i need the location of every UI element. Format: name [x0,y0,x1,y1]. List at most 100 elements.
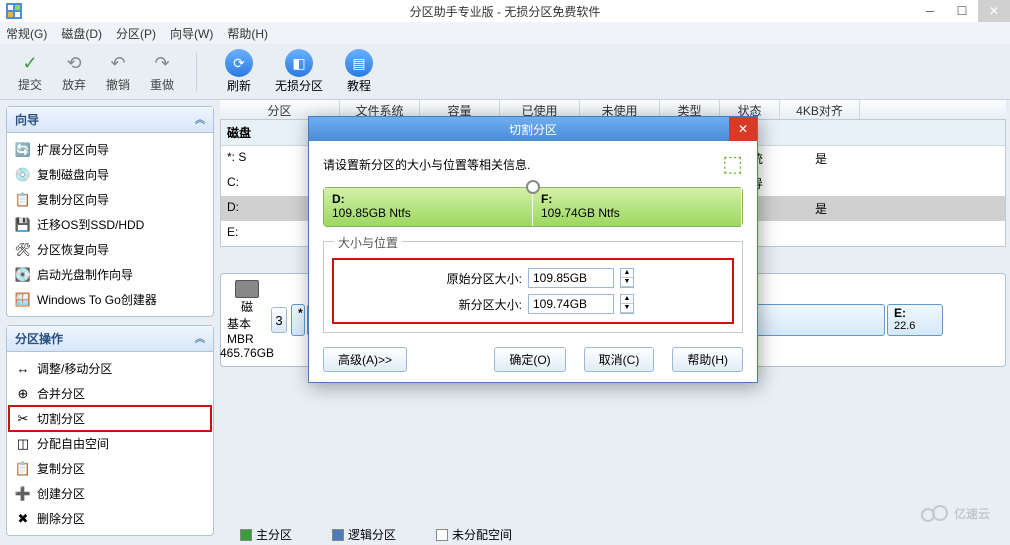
op-label: 复制分区 [37,460,85,477]
app-title: 分区助手专业版 - 无损分区免费软件 [410,3,601,20]
wizard-label: 扩展分区向导 [37,141,109,158]
op-icon: ↔ [15,361,31,377]
new-size-input[interactable] [528,294,614,314]
menu-disk[interactable]: 磁盘(D) [61,25,102,42]
wizard-title: 向导 [15,111,39,128]
wizard-label: 分区恢复向导 [37,241,109,258]
op-label: 调整/移动分区 [37,360,112,377]
wizard-panel: 向导 ︽ 🔄 扩展分区向导 💿 复制磁盘向导 📋 复制分区向导 💾 迁移OS到SSD/HDD 🛠 分… [6,106,214,317]
check-icon: ✓ [17,50,43,76]
wizard-item[interactable]: 💾 迁移OS到SSD/HDD [9,212,211,237]
op-item[interactable]: ⊕ 合并分区 [9,381,211,406]
wizard-label: 迁移OS到SSD/HDD [37,216,144,233]
legend: 主分区 逻辑分区 未分配空间 [240,526,512,543]
discard-icon: ⟲ [61,50,87,76]
commit-button[interactable]: ✓提交 [8,50,52,93]
op-label: 删除分区 [37,510,85,527]
wizard-label: 复制分区向导 [37,191,109,208]
wizard-item[interactable]: 💽 启动光盘制作向导 [9,262,211,287]
minimize-button[interactable]: ─ [914,0,946,22]
watermark: 亿速云 [920,503,990,523]
op-label: 创建分区 [37,485,85,502]
partition-bar[interactable]: D:109.85GB Ntfs F:109.74GB Ntfs [323,187,743,227]
dialog-close-button[interactable]: ✕ [729,117,757,141]
op-icon: ✂ [15,411,31,427]
menu-partition[interactable]: 分区(P) [116,25,156,42]
wizard-icon: 📋 [15,192,31,208]
wizard-icon: 🔄 [15,142,31,158]
split-slider[interactable] [526,180,540,194]
tutorial-button[interactable]: ▤教程 [329,49,389,94]
menu-wizard[interactable]: 向导(W) [170,25,213,42]
orig-size-spinner[interactable]: ▲▼ [620,268,634,288]
split-partition-dialog: 切割分区 ✕ 请设置新分区的大小与位置等相关信息. ⬚ D:109.85GB N… [308,116,758,383]
menu-general[interactable]: 常规(G) [6,25,47,42]
orig-size-label: 原始分区大小: [432,270,522,287]
wizard-item[interactable]: 🛠 分区恢复向导 [9,237,211,262]
legend-logical: 逻辑分区 [332,526,396,543]
legend-unalloc: 未分配空间 [436,526,512,543]
partition-icon: ⬚ [722,151,743,177]
close-button[interactable]: ✕ [978,0,1010,22]
wizard-item[interactable]: 🪟 Windows To Go创建器 [9,287,211,312]
new-size-spinner[interactable]: ▲▼ [620,294,634,314]
col-header[interactable]: 4KB对齐 [780,100,860,119]
redo-icon: ↷ [149,50,175,76]
ops-title: 分区操作 [15,330,63,347]
op-label: 分配自由空间 [37,435,109,452]
dialog-title: 切割分区 [509,121,557,138]
ok-button[interactable]: 确定(O) [494,347,565,372]
op-label: 合并分区 [37,385,85,402]
wizard-icon: 💿 [15,167,31,183]
book-icon: ▤ [345,49,373,77]
refresh-icon: ⟳ [225,49,253,77]
wizard-item[interactable]: 📋 复制分区向导 [9,187,211,212]
disk-part[interactable]: E:22.6 [887,304,943,336]
new-size-label: 新分区大小: [432,296,522,313]
help-button[interactable]: 帮助(H) [672,347,743,372]
app-icon [6,3,22,19]
dialog-title-bar: 切割分区 ✕ [309,117,757,141]
menu-bar: 常规(G) 磁盘(D) 分区(P) 向导(W) 帮助(H) [0,22,1010,44]
refresh-button[interactable]: ⟳刷新 [209,49,269,94]
ops-panel: 分区操作 ︽ ↔ 调整/移动分区 ⊕ 合并分区 ✂切割分区 ◫ 分配自由空间 📋复制分区➕创建分… [6,325,214,536]
wizard-icon: 💽 [15,267,31,283]
op-item[interactable]: ◫ 分配自由空间 [9,431,211,456]
partition-icon: ◧ [285,49,313,77]
toolbar: ✓提交 ⟲放弃 ↶撤销 ↷重做 ⟳刷新 ◧无损分区 ▤教程 [0,44,1010,100]
undo-button[interactable]: ↶撤销 [96,50,140,93]
op-item[interactable]: ✂切割分区 [9,406,211,431]
lossless-button[interactable]: ◧无损分区 [269,49,329,94]
advanced-button[interactable]: 高级(A)>> [323,347,407,372]
wizard-label: 复制磁盘向导 [37,166,109,183]
wizard-icon: 🛠 [15,242,31,258]
collapse-icon[interactable]: ︽ [195,330,205,347]
op-icon: ◫ [15,436,31,452]
collapse-icon[interactable]: ︽ [195,111,205,128]
op-item[interactable]: ➕创建分区 [9,481,211,506]
wizard-icon: 🪟 [15,292,31,308]
op-item[interactable]: 📋复制分区 [9,456,211,481]
wizard-icon: 💾 [15,217,31,233]
redo-button[interactable]: ↷重做 [140,50,184,93]
disk-icon: 磁 基本 MBR 465.76GB [227,280,267,360]
op-icon: ✖ [15,511,31,527]
maximize-button[interactable]: ☐ [946,0,978,22]
op-item[interactable]: ↔ 调整/移动分区 [9,356,211,381]
menu-help[interactable]: 帮助(H) [227,25,268,42]
wizard-item[interactable]: 💿 复制磁盘向导 [9,162,211,187]
wizard-label: 启动光盘制作向导 [37,266,133,283]
discard-button[interactable]: ⟲放弃 [52,50,96,93]
disk-number: 3 [271,307,287,333]
partition-left: D:109.85GB Ntfs [324,188,533,226]
wizard-label: Windows To Go创建器 [37,291,157,308]
legend-primary: 主分区 [240,526,292,543]
op-icon: ⊕ [15,386,31,402]
cancel-button[interactable]: 取消(C) [584,347,655,372]
disk-part[interactable]: * [291,304,305,336]
dialog-hint: 请设置新分区的大小与位置等相关信息. [323,156,530,173]
undo-icon: ↶ [105,50,131,76]
op-item[interactable]: ✖ 删除分区 [9,506,211,531]
orig-size-input[interactable] [528,268,614,288]
wizard-item[interactable]: 🔄 扩展分区向导 [9,137,211,162]
